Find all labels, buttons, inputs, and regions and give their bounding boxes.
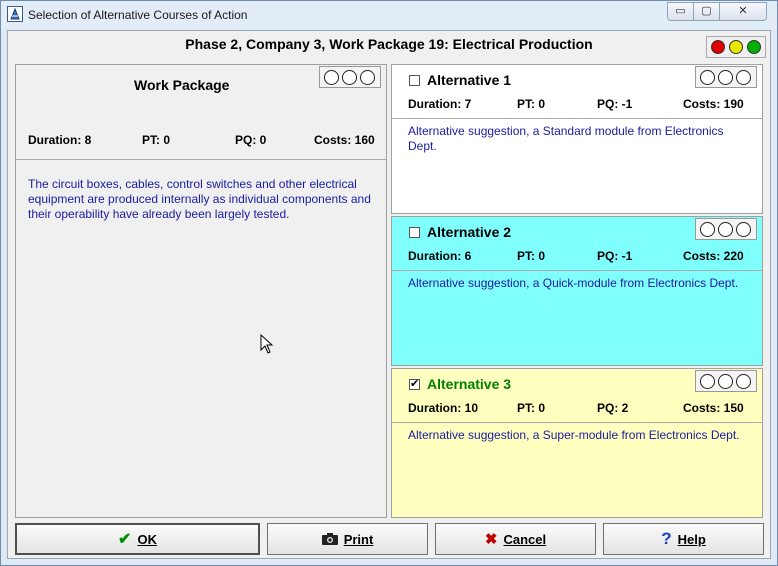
alternative-2-title: Alternative 2: [427, 224, 512, 240]
traffic-light: [706, 36, 766, 58]
circle-icon: [342, 70, 357, 85]
maximize-icon: ▢: [701, 5, 712, 17]
client-area: Phase 2, Company 3, Work Package 19: Ele…: [7, 30, 771, 559]
help-button[interactable]: ? Help: [603, 523, 764, 555]
alternative-1-title: Alternative 1: [427, 72, 512, 88]
alternative-2-description: Alternative suggestion, a Quick-module f…: [408, 276, 739, 290]
maximize-button[interactable]: ▢: [693, 2, 720, 21]
rating-circles: [695, 66, 757, 88]
pq-value: PQ: 2: [597, 401, 629, 415]
alternative-3-checkbox[interactable]: ✔: [409, 379, 420, 390]
divider: [392, 270, 762, 271]
alternative-1-checkbox[interactable]: [409, 75, 420, 86]
print-label: Print: [343, 531, 374, 547]
minimize-icon: ▭: [675, 5, 686, 17]
ok-label: OK: [137, 531, 157, 547]
camera-icon: [321, 533, 338, 545]
app-icon: [7, 6, 23, 22]
pt-value: PT: 0: [517, 401, 546, 415]
rating-circles: [695, 218, 757, 240]
pt-value: PT: 0: [142, 133, 171, 147]
work-package-description: The circuit boxes, cables, control switc…: [28, 177, 371, 221]
pt-value: PT: 0: [517, 249, 546, 263]
costs-value: Costs: 160: [314, 133, 375, 147]
alternative-2-panel[interactable]: Alternative 2 Duration: 6 PT: 0 PQ: -1 C…: [391, 216, 763, 366]
circle-icon: [324, 70, 339, 85]
circle-icon: [700, 70, 715, 85]
costs-value: Costs: 220: [683, 249, 744, 263]
alternative-3-title: Alternative 3: [427, 376, 512, 392]
costs-value: Costs: 190: [683, 97, 744, 111]
costs-value: Costs: 150: [683, 401, 744, 415]
alternative-2-checkbox[interactable]: [409, 227, 420, 238]
work-package-panel: Work Package Duration: 8 PT: 0 PQ: 0 Cos…: [15, 64, 387, 518]
green-light-icon: [747, 40, 761, 54]
alternative-1-panel[interactable]: Alternative 1 Duration: 7 PT: 0 PQ: -1 C…: [391, 64, 763, 214]
circle-icon: [718, 374, 733, 389]
close-button[interactable]: ✕: [719, 2, 767, 21]
duration-value: Duration: 10: [408, 401, 479, 415]
dialog-window: Selection of Alternative Courses of Acti…: [0, 0, 778, 566]
circle-icon: [736, 222, 751, 237]
circle-icon: [736, 374, 751, 389]
pt-value: PT: 0: [517, 97, 546, 111]
circle-icon: [718, 70, 733, 85]
cancel-label: Cancel: [503, 531, 547, 547]
duration-value: Duration: 8: [28, 133, 92, 147]
work-package-title: Work Package: [134, 77, 230, 93]
circle-icon: [360, 70, 375, 85]
divider: [16, 159, 386, 160]
print-button[interactable]: Print: [267, 523, 428, 555]
divider: [392, 422, 762, 423]
close-icon: ✕: [738, 5, 748, 17]
ok-button[interactable]: ✔ OK: [15, 523, 260, 555]
minimize-button[interactable]: ▭: [667, 2, 694, 21]
mouse-cursor-icon: [260, 334, 274, 354]
page-title: Phase 2, Company 3, Work Package 19: Ele…: [185, 36, 593, 52]
question-icon: ?: [661, 529, 672, 548]
rating-circles: [319, 66, 381, 88]
alternative-3-description: Alternative suggestion, a Super-module f…: [408, 428, 740, 442]
alternative-1-description: Alternative suggestion, a Standard modul…: [408, 124, 724, 153]
pq-value: PQ: -1: [597, 249, 633, 263]
title-bar: Selection of Alternative Courses of Acti…: [1, 1, 777, 29]
pq-value: PQ: 0: [235, 133, 267, 147]
cross-icon: ✖: [484, 531, 498, 548]
duration-value: Duration: 7: [408, 97, 472, 111]
yellow-light-icon: [729, 40, 743, 54]
pq-value: PQ: -1: [597, 97, 633, 111]
rating-circles: [695, 370, 757, 392]
checkmark-icon: ✔: [118, 531, 132, 548]
circle-icon: [736, 70, 751, 85]
divider: [392, 118, 762, 119]
window-title: Selection of Alternative Courses of Acti…: [28, 8, 248, 22]
red-light-icon: [711, 40, 725, 54]
circle-icon: [700, 222, 715, 237]
cancel-button[interactable]: ✖ Cancel: [435, 523, 596, 555]
circle-icon: [700, 374, 715, 389]
circle-icon: [718, 222, 733, 237]
duration-value: Duration: 6: [408, 249, 472, 263]
checkmark-icon: ✔: [410, 378, 420, 390]
help-label: Help: [677, 531, 706, 547]
alternative-3-panel[interactable]: ✔ Alternative 3 Duration: 10 PT: 0 PQ: 2…: [391, 368, 763, 518]
